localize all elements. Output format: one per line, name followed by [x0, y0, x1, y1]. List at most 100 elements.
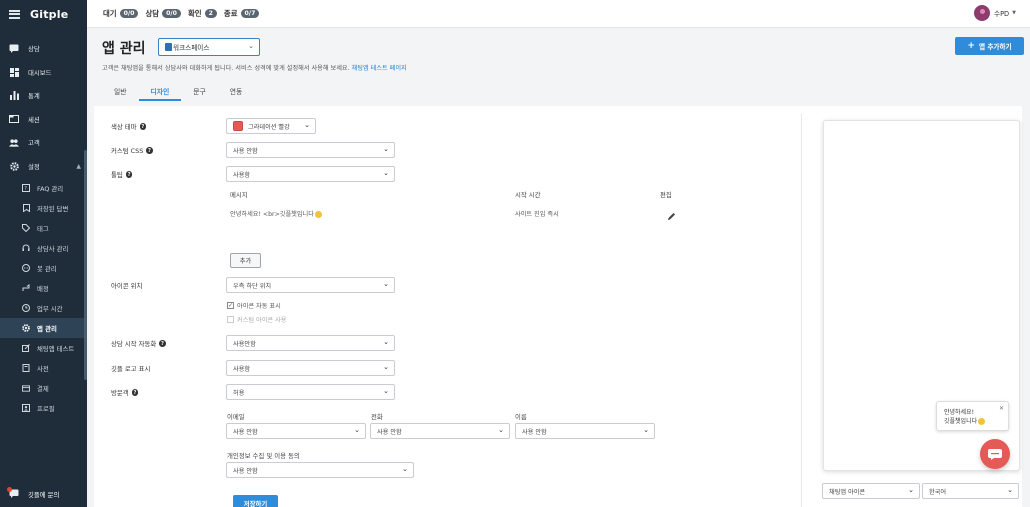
sidebar-item-hours[interactable]: 업무 시간 — [0, 298, 87, 318]
tooltip-row-message: 안녕하세요! <br>깃플챗입니다 — [230, 209, 322, 218]
save-button[interactable]: 저장하기 — [233, 495, 278, 507]
tab-design[interactable]: 디자인 — [138, 84, 182, 101]
sidebar-item-label: 깃플에 문의 — [28, 490, 60, 499]
sidebar-nav: 상담 대시보드 통계 세션 고객 설정 ▲ ? FAQ 관리 저장된 답변 태그… — [0, 37, 87, 418]
field-label: 색상 테마 — [111, 123, 137, 131]
users-icon — [9, 138, 19, 148]
chevron-down-icon: ⌄ — [354, 426, 360, 434]
sidebar-item-dashboard[interactable]: 대시보드 — [0, 61, 87, 85]
add-app-button[interactable]: + 앱 추가하기 — [955, 37, 1024, 55]
sidebar-item-saved[interactable]: 저장된 답변 — [0, 198, 87, 218]
chat-test-link[interactable]: 채팅앱 테스트 페이지 — [352, 65, 407, 72]
sidebar-item-label: 상담사 관리 — [37, 244, 69, 253]
preview-language-select[interactable]: 한국어 ⌄ — [922, 483, 1019, 499]
sidebar-item-session[interactable]: 세션 — [0, 108, 87, 132]
email-label: 이메일 — [227, 413, 245, 421]
sidebar-item-agents[interactable]: 상담사 관리 — [0, 238, 87, 258]
sidebar-item-settings[interactable]: 설정 ▲ — [0, 155, 87, 179]
topbar: 대기 0/0 상담 0/0 확인 2 종료 0/7 수PD ▼ — [87, 0, 1030, 28]
sidebar-item-consult[interactable]: 상담 — [0, 37, 87, 61]
status-consulting[interactable]: 상담 0/0 — [145, 8, 181, 19]
sidebar-item-dictionary[interactable]: 사전 — [0, 358, 87, 378]
chat-launcher-button[interactable] — [980, 439, 1010, 469]
status-label: 종료 — [223, 9, 238, 18]
gitple-logo-label: 깃플 로고 표시 — [111, 365, 151, 373]
chevron-down-icon: ⌄ — [383, 145, 389, 153]
tooltip-select[interactable]: 사용함 ⌄ — [226, 166, 395, 182]
gear-icon — [9, 161, 19, 171]
select-value: 허용 — [233, 389, 245, 397]
tab-text[interactable]: 문구 — [181, 84, 218, 101]
chevron-down-icon: ⌄ — [383, 387, 389, 395]
status-closed[interactable]: 종료 0/7 — [223, 8, 260, 19]
sidebar-item-label: 배정 — [37, 284, 49, 293]
status-waiting[interactable]: 대기 0/0 — [103, 8, 139, 19]
chevron-down-icon: ⌄ — [383, 363, 389, 371]
select-value: 사용함 — [233, 365, 251, 373]
email-select[interactable]: 사용 안함 ⌄ — [226, 423, 366, 439]
tooltip-header-message: 메시지 — [230, 191, 248, 199]
sidebar-item-customer[interactable]: 고객 — [0, 131, 87, 155]
help-icon[interactable]: ? — [139, 123, 147, 130]
chevron-down-icon: ⌄ — [383, 280, 389, 288]
message-alert-icon — [7, 487, 19, 499]
sidebar-item-profile[interactable]: 프로필 — [0, 398, 87, 418]
help-icon[interactable]: ? — [146, 147, 153, 154]
description-text: 고객은 채팅앱을 통해서 상담사와 대화하게 됩니다. 서비스 성격에 맞게 설… — [102, 65, 350, 72]
brand-logo[interactable]: Gitple — [30, 8, 68, 21]
chevron-down-icon: ⌄ — [402, 465, 408, 473]
status-check[interactable]: 확인 2 — [188, 8, 217, 19]
chevron-down-icon: ⌄ — [383, 169, 389, 177]
sidebar-item-app[interactable]: 앱 관리 — [0, 318, 87, 338]
sidebar-item-label: 업무 시간 — [37, 304, 63, 313]
clock-icon — [22, 304, 30, 312]
tag-icon — [22, 224, 30, 232]
help-icon[interactable]: ? — [125, 171, 133, 178]
custom-css-select[interactable]: 사용 안함 ⌄ — [226, 142, 395, 158]
name-select[interactable]: 사용 안함 ⌄ — [515, 423, 655, 439]
workspace-select[interactable]: 워크스페이스 ⌄ — [158, 38, 260, 56]
custom-icon-checkbox[interactable]: 커스텀 아이콘 사용 — [227, 315, 286, 324]
faq-icon: ? — [22, 184, 30, 192]
sidebar-item-faq[interactable]: ? FAQ 관리 — [0, 178, 87, 198]
tab-integration[interactable]: 연동 — [218, 84, 255, 101]
bubble-line: 깃플챗입니다 — [944, 417, 1008, 426]
sidebar-item-billing[interactable]: 결제 — [0, 378, 87, 398]
sidebar-item-chattest[interactable]: 채팅앱 테스트 — [0, 338, 87, 358]
user-menu[interactable]: 수PD ▼ — [974, 5, 1016, 21]
sidebar-item-bot[interactable]: 봇 관리 — [0, 258, 87, 278]
help-icon[interactable]: ? — [131, 389, 139, 396]
auto-start-select[interactable]: 사용안함 ⌄ — [226, 335, 395, 351]
icon-position-select[interactable]: 우측 하단 위치 ⌄ — [226, 277, 395, 293]
bubble-line-text: 깃플챗입니다 — [944, 418, 978, 425]
sidebar-item-routing[interactable]: 배정 — [0, 278, 87, 298]
sidebar-item-stats[interactable]: 통계 — [0, 84, 87, 108]
phone-select[interactable]: 사용 안함 ⌄ — [370, 423, 510, 439]
status-badge: 2 — [204, 9, 217, 18]
privacy-label: 개인정보 수집 및 이용 동의 — [227, 452, 300, 460]
tab-general[interactable]: 일반 — [102, 84, 139, 101]
privacy-select[interactable]: 사용 안함 ⌄ — [226, 462, 414, 478]
sidebar-item-ask[interactable]: 깃플에 문의 — [0, 484, 87, 504]
status-badge: 0/7 — [240, 9, 260, 18]
smile-emoji-icon — [314, 210, 322, 218]
folder-icon — [9, 114, 19, 124]
name-label: 이름 — [515, 413, 527, 421]
gitple-logo-select[interactable]: 사용함 ⌄ — [226, 360, 395, 376]
close-icon[interactable]: ✕ — [999, 404, 1004, 413]
credit-card-icon — [22, 384, 30, 392]
color-theme-select[interactable]: 그라데이션 빨강 ⌄ — [226, 118, 316, 134]
sidebar-item-label: 봇 관리 — [37, 264, 57, 273]
select-value: 사용 안함 — [377, 428, 402, 436]
pencil-icon[interactable] — [667, 206, 676, 225]
select-value: 사용함 — [233, 171, 251, 179]
visitor-select[interactable]: 허용 ⌄ — [226, 384, 395, 400]
preview-mode-select[interactable]: 채팅앱 아이콘 ⌄ — [822, 483, 920, 499]
chat-preview: ✕ 안녕하세요! 깃플챗입니다 — [823, 120, 1020, 471]
sidebar-item-tag[interactable]: 태그 — [0, 218, 87, 238]
color-theme-label: 색상 테마 ? — [111, 122, 147, 131]
icon-auto-show-checkbox[interactable]: ✓ 아이콘 자동 표시 — [227, 301, 281, 310]
menu-icon[interactable] — [9, 9, 20, 19]
add-tooltip-button[interactable]: 추가 — [230, 253, 261, 268]
help-icon[interactable]: ? — [159, 340, 166, 347]
